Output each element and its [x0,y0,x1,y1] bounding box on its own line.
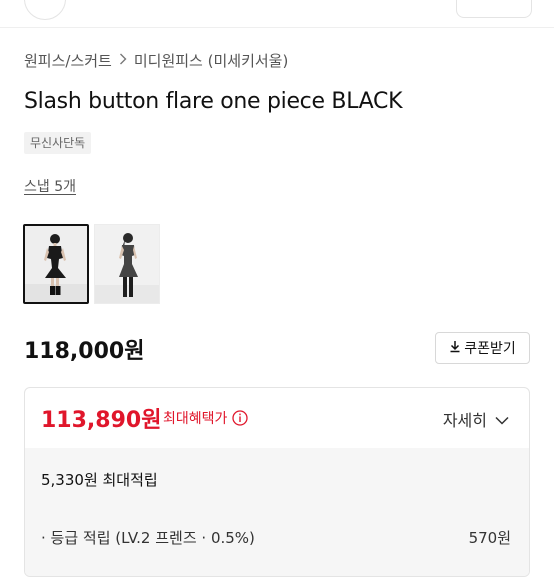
dress-full-body-image [95,225,159,303]
max-benefit-row: 113,890원 최대혜택가 자세히 [25,388,529,448]
max-benefit-price: 113,890원 [41,408,162,433]
chevron-down-icon [495,410,509,429]
breadcrumb-subcategory[interactable]: 미디원피스 (미세키서울) [134,50,288,71]
coupon-button[interactable]: 쿠폰받기 [435,332,530,364]
points-panel: 5,330원 최대적립 · 등급 적립 (LV.2 프렌즈 · 0.5%) 57… [25,448,529,576]
product-thumbnail-2[interactable] [94,224,160,304]
grade-points-value: 570원 [468,529,511,547]
original-price: 118,000원 [24,339,145,364]
dress-front-image [25,226,87,302]
snap-link[interactable]: 스냅 5개 [24,176,76,196]
benefit-panel: 113,890원 최대혜택가 자세히 5,330원 최대적립 · 등급 적립 (… [24,387,530,577]
top-divider [0,27,554,28]
max-benefit-label-group: 최대혜택가 [163,408,249,428]
download-icon [449,340,461,357]
breadcrumb-category[interactable]: 원피스/스커트 [24,50,112,71]
product-title: Slash button flare one piece BLACK [24,89,403,114]
breadcrumb: 원피스/스커트 미디원피스 (미세키서울) [24,50,288,71]
grade-points-label: · 등급 적립 (LV.2 프렌즈 · 0.5%) [41,529,255,547]
product-thumbnail-1[interactable] [23,224,89,304]
detail-toggle-label: 자세히 [442,411,487,430]
top-round-button[interactable] [24,0,66,20]
chevron-right-icon [119,53,127,69]
coupon-button-label: 쿠폰받기 [464,341,516,357]
top-pill-button[interactable] [456,0,532,18]
max-benefit-label: 최대혜택가 [163,411,228,427]
top-bar [0,0,554,28]
detail-toggle[interactable]: 자세히 [443,407,509,431]
info-icon[interactable] [232,410,249,426]
max-points: 5,330원 최대적립 [41,471,158,489]
exclusive-badge: 무신사단독 [24,132,92,154]
